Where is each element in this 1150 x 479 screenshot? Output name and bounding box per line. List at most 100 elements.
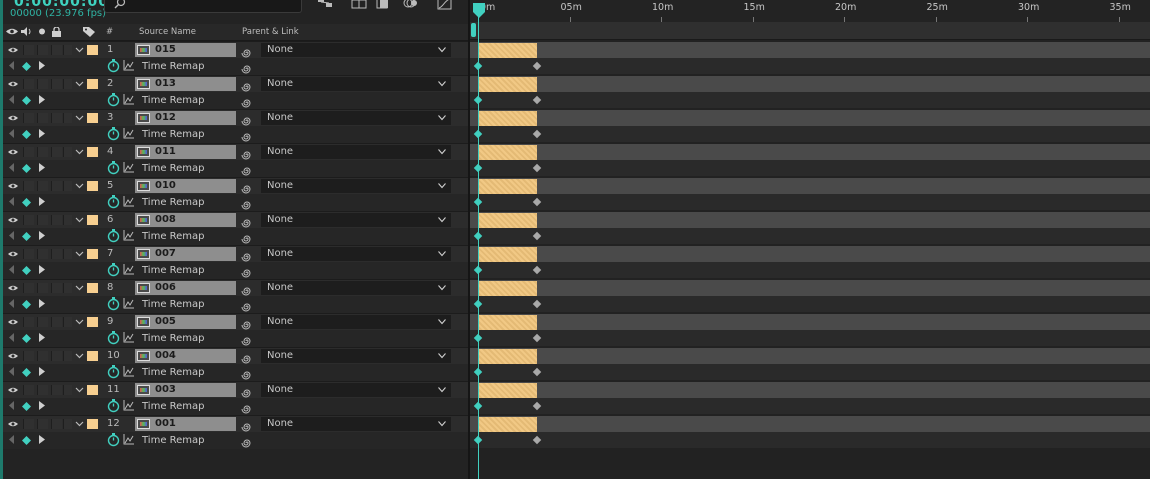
pickwhip-icon[interactable]: [241, 131, 253, 143]
graph-editor-icon[interactable]: [123, 230, 135, 241]
parent-select[interactable]: None: [261, 315, 451, 329]
layer-duration-bar[interactable]: [478, 417, 537, 433]
shy-switch[interactable]: [63, 351, 72, 361]
pickwhip-icon[interactable]: [241, 165, 253, 177]
layer-row[interactable]: 1 015 None: [3, 41, 468, 59]
stopwatch-icon[interactable]: [107, 161, 120, 175]
pickwhip-icon[interactable]: [241, 335, 253, 347]
layer-duration-bar[interactable]: [478, 383, 537, 399]
add-keyframe-icon[interactable]: [22, 368, 31, 377]
label-color-swatch[interactable]: [87, 283, 98, 293]
stopwatch-icon[interactable]: [107, 127, 120, 141]
shy-switch[interactable]: [63, 385, 72, 395]
work-area-start-handle[interactable]: [471, 23, 476, 37]
source-name-field[interactable]: 013: [135, 77, 236, 91]
eye-icon[interactable]: [8, 386, 18, 394]
chevron-down-icon[interactable]: [75, 283, 84, 292]
layer-duration-bar[interactable]: [478, 111, 537, 127]
shy-switch[interactable]: [63, 215, 72, 225]
keyframe-end[interactable]: [532, 333, 542, 343]
shy-switch[interactable]: [63, 419, 72, 429]
source-name-column-label[interactable]: Source Name: [139, 27, 196, 37]
stopwatch-icon[interactable]: [107, 399, 120, 413]
stopwatch-icon[interactable]: [107, 195, 120, 209]
layer-row[interactable]: 6 008 None: [3, 211, 468, 229]
keyframe-end[interactable]: [532, 129, 542, 139]
solo-switch[interactable]: [37, 283, 48, 293]
shy-switch[interactable]: [63, 249, 72, 259]
graph-editor-icon[interactable]: [123, 298, 135, 309]
parent-select[interactable]: None: [261, 247, 451, 261]
pickwhip-icon[interactable]: [241, 369, 253, 381]
next-keyframe-icon[interactable]: [39, 299, 45, 308]
chevron-down-icon[interactable]: [75, 147, 84, 156]
audio-switch[interactable]: [23, 113, 34, 123]
motion-blur-icon[interactable]: [402, 0, 418, 10]
layer-row[interactable]: 5 010 None: [3, 177, 468, 195]
next-keyframe-icon[interactable]: [39, 401, 45, 410]
lock-switch[interactable]: [51, 113, 62, 123]
graph-editor-toggle-icon[interactable]: [437, 0, 453, 10]
previous-keyframe-icon[interactable]: [9, 299, 15, 308]
next-keyframe-icon[interactable]: [39, 61, 45, 70]
label-color-swatch[interactable]: [87, 215, 98, 225]
eye-icon[interactable]: [8, 352, 18, 360]
next-keyframe-icon[interactable]: [39, 333, 45, 342]
layer-duration-bar[interactable]: [478, 145, 537, 161]
layer-duration-bar[interactable]: [478, 179, 537, 195]
previous-keyframe-icon[interactable]: [9, 435, 15, 444]
shy-switch[interactable]: [63, 79, 72, 89]
graph-editor-icon[interactable]: [123, 400, 135, 411]
eye-icon[interactable]: [6, 27, 18, 36]
audio-switch[interactable]: [23, 283, 34, 293]
next-keyframe-icon[interactable]: [39, 163, 45, 172]
graph-editor-icon[interactable]: [123, 94, 135, 105]
solo-switch[interactable]: [37, 113, 48, 123]
solo-switch[interactable]: [37, 215, 48, 225]
property-row[interactable]: Time Remap: [3, 228, 468, 245]
lock-switch[interactable]: [51, 181, 62, 191]
label-color-swatch[interactable]: [87, 317, 98, 327]
audio-switch[interactable]: [23, 45, 34, 55]
chevron-down-icon[interactable]: [75, 317, 84, 326]
keyframe-end[interactable]: [532, 231, 542, 241]
chevron-down-icon[interactable]: [75, 181, 84, 190]
parent-select[interactable]: None: [261, 145, 451, 159]
layer-duration-bar[interactable]: [478, 43, 537, 59]
current-time-indicator-head[interactable]: [472, 2, 486, 20]
property-row[interactable]: Time Remap: [3, 296, 468, 313]
pickwhip-icon[interactable]: [241, 437, 253, 449]
add-keyframe-icon[interactable]: [22, 96, 31, 105]
stopwatch-icon[interactable]: [107, 433, 120, 447]
parent-select[interactable]: None: [261, 417, 451, 431]
parent-link-column-label[interactable]: Parent & Link: [242, 27, 299, 37]
layer-duration-bar[interactable]: [478, 247, 537, 263]
lock-switch[interactable]: [51, 45, 62, 55]
audio-switch[interactable]: [23, 419, 34, 429]
parent-select[interactable]: None: [261, 111, 451, 125]
add-keyframe-icon[interactable]: [22, 62, 31, 71]
graph-editor-icon[interactable]: [123, 196, 135, 207]
solo-switch[interactable]: [37, 181, 48, 191]
parent-select[interactable]: None: [261, 179, 451, 193]
source-name-field[interactable]: 001: [135, 417, 236, 431]
audio-switch[interactable]: [23, 215, 34, 225]
solo-switch[interactable]: [37, 249, 48, 259]
eye-icon[interactable]: [8, 250, 18, 258]
lock-switch[interactable]: [51, 351, 62, 361]
speaker-icon[interactable]: [21, 27, 32, 36]
parent-select[interactable]: None: [261, 77, 451, 91]
layer-duration-bar[interactable]: [478, 281, 537, 297]
composition-flowchart-icon[interactable]: [316, 0, 334, 10]
eye-icon[interactable]: [8, 284, 18, 292]
next-keyframe-icon[interactable]: [39, 197, 45, 206]
add-keyframe-icon[interactable]: [22, 164, 31, 173]
layer-row[interactable]: 4 011 None: [3, 143, 468, 161]
lock-switch[interactable]: [51, 249, 62, 259]
shy-switch[interactable]: [63, 317, 72, 327]
label-color-swatch[interactable]: [87, 79, 98, 89]
source-name-field[interactable]: 004: [135, 349, 236, 363]
keyframe-end[interactable]: [532, 95, 542, 105]
lock-switch[interactable]: [51, 317, 62, 327]
property-row[interactable]: Time Remap: [3, 398, 468, 415]
